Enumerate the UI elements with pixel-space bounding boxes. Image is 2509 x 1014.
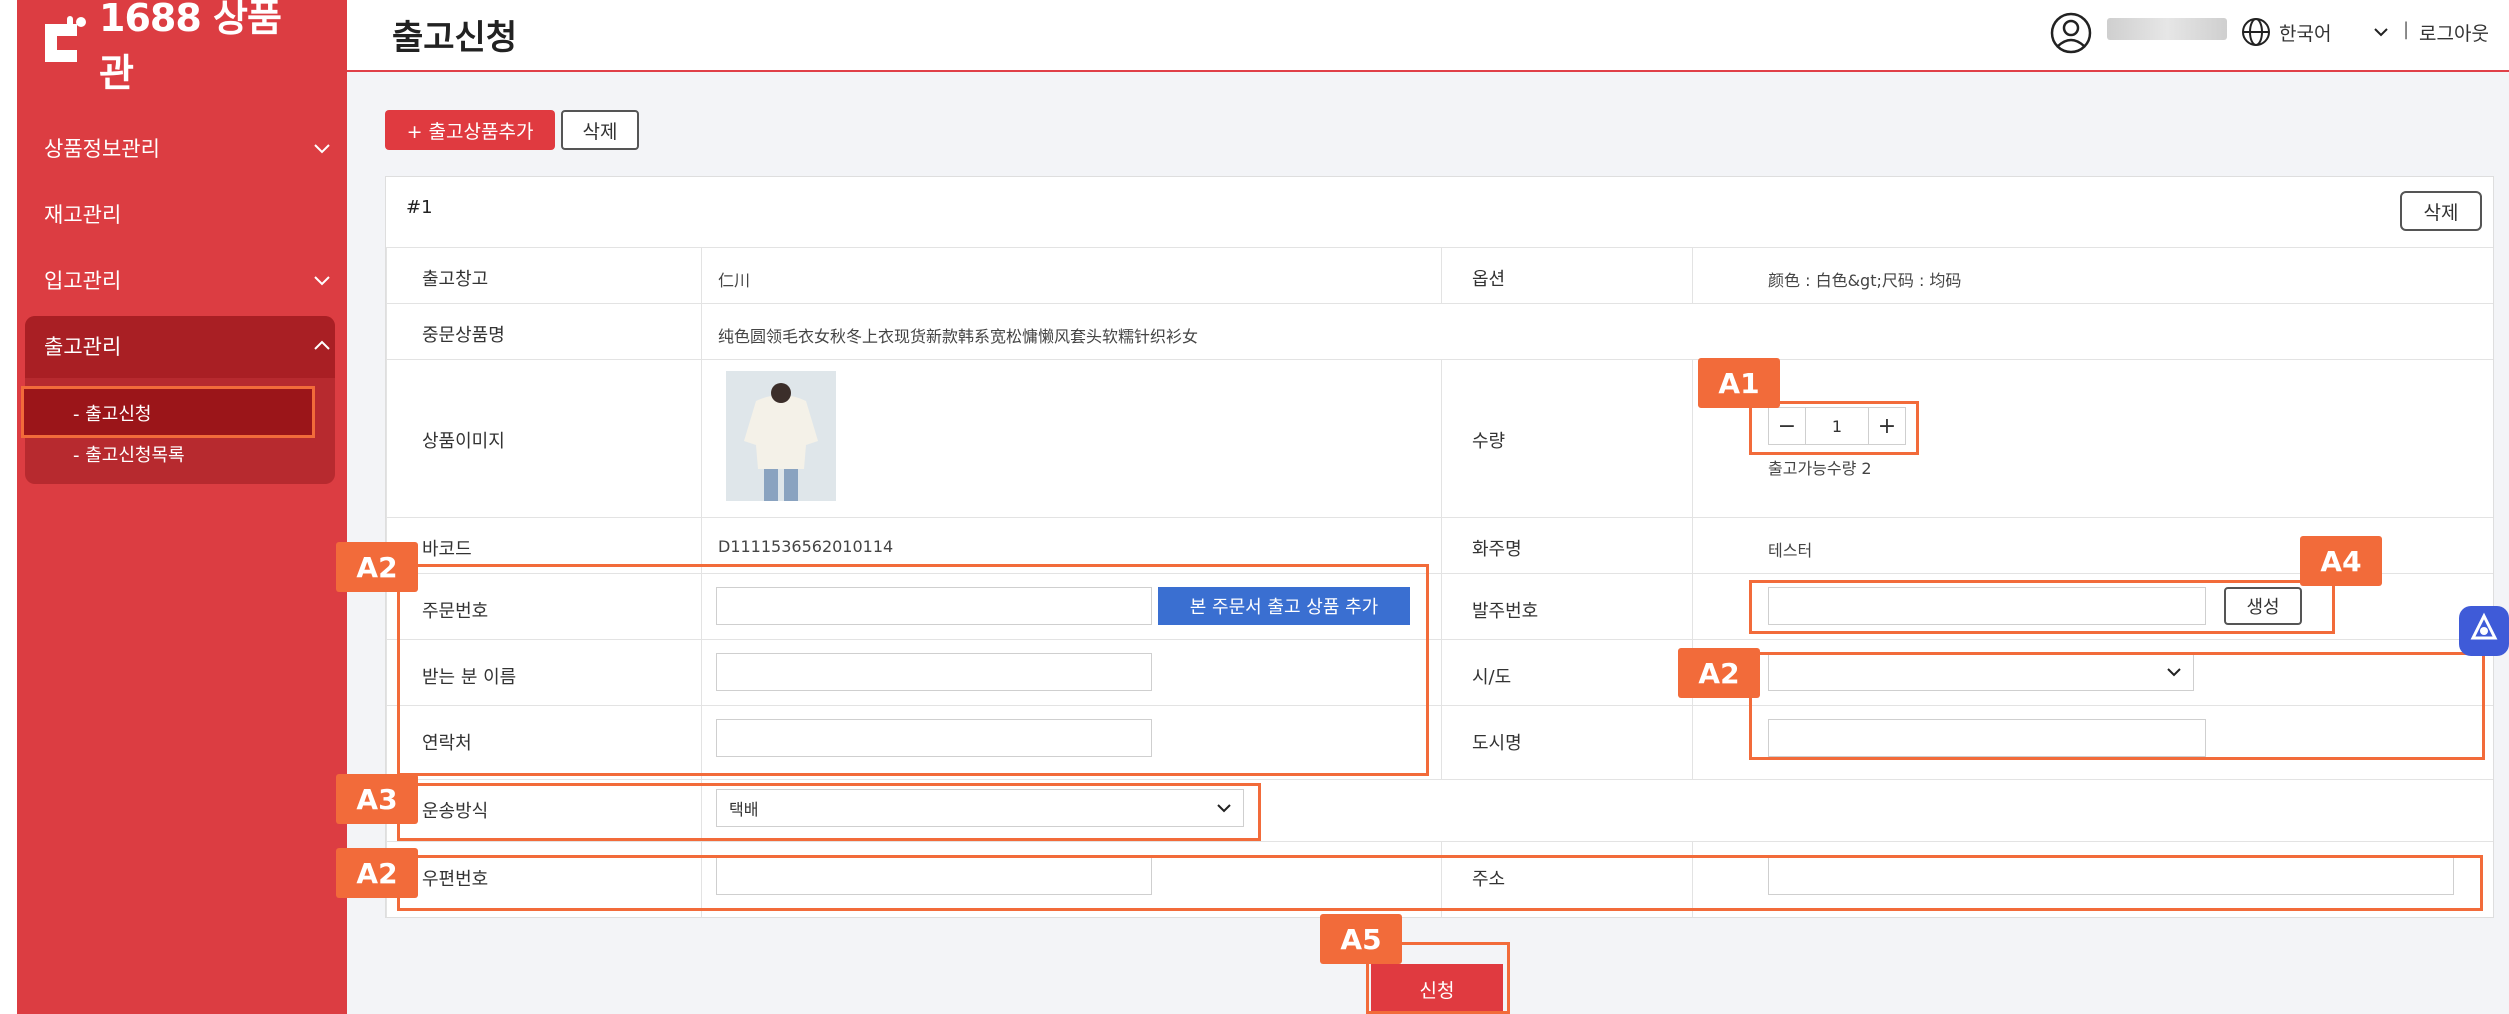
available-quantity: 출고가능수량 2	[1768, 459, 1872, 478]
annotation-box-a1	[1749, 401, 1919, 455]
chevron-down-icon	[314, 144, 330, 154]
col-divider	[1441, 247, 1442, 303]
product-name-label: 중문상품명	[422, 325, 505, 346]
delete-button[interactable]: 삭제	[561, 110, 639, 150]
top-bar: 출고신청 한국어 | 로그아웃	[347, 0, 2509, 72]
logo-mark-icon	[37, 14, 95, 70]
annotation-box-a2-right	[1749, 652, 2485, 760]
row-divider	[386, 779, 2493, 780]
user-icon[interactable]	[2049, 11, 2093, 55]
row-divider	[386, 359, 2493, 360]
product-image	[726, 371, 836, 501]
annotation-tag-a3: A3	[336, 774, 418, 824]
annotation-box-a2-bottom	[397, 855, 2483, 911]
logo[interactable]: 1688 상품관	[37, 0, 297, 95]
city-label: 도시명	[1472, 733, 1522, 754]
option-label: 옵션	[1472, 269, 1506, 290]
globe-icon[interactable]	[2240, 16, 2272, 48]
row-divider	[386, 247, 2493, 248]
annotation-box-a4	[1749, 580, 2335, 634]
user-name-redacted	[2107, 18, 2227, 40]
sidebar-item-outbound[interactable]: 출고관리	[44, 326, 334, 366]
divider: |	[2403, 19, 2410, 40]
col-divider	[1692, 247, 1693, 303]
chevron-down-icon	[314, 276, 330, 286]
chevron-down-icon[interactable]	[2369, 20, 2393, 44]
annotation-tag-a4: A4	[2300, 536, 2382, 586]
product-name-value: 纯色圆领毛衣女秋冬上衣现货新款韩系宽松慵懒风套头软糯针织衫女	[718, 327, 1199, 346]
annotation-tag-a5: A5	[1320, 914, 1402, 964]
logo-text: 1688 상품관	[99, 0, 282, 95]
card-title: #1	[406, 197, 433, 218]
annotation-tag-a1: A1	[1698, 358, 1780, 408]
sidebar-item-product-info[interactable]: 상품정보관리	[44, 128, 334, 168]
row-divider	[386, 517, 2493, 518]
sidebar: 1688 상품관 상품정보관리 재고관리 입고관리 출고관리 - 출고신청 - …	[17, 0, 347, 1014]
annotation-box-submenu	[21, 386, 315, 438]
submenu-item-outbound-list[interactable]: - 출고신청목록	[73, 441, 185, 467]
owner-label: 화주명	[1472, 539, 1522, 560]
sidebar-item-label: 상품정보관리	[44, 137, 160, 161]
language-selector[interactable]: 한국어	[2279, 19, 2331, 46]
col-divider	[1441, 359, 1442, 779]
row-divider	[386, 303, 2493, 304]
submenu-item-outbound-request[interactable]: - 출고신청	[73, 400, 151, 426]
sidebar-item-label: 재고관리	[44, 203, 122, 227]
barcode-value: D1111536562010114	[718, 537, 894, 556]
warehouse-value: 仁川	[718, 271, 751, 290]
barcode-label: 바코드	[422, 539, 472, 560]
delete-card-button[interactable]: 삭제	[2400, 191, 2482, 231]
annotation-box-a2-left	[397, 564, 1429, 776]
quantity-label: 수량	[1472, 431, 1506, 452]
sidebar-item-label: 입고관리	[44, 269, 122, 293]
province-label: 시/도	[1472, 667, 1512, 688]
chevron-up-icon	[314, 340, 330, 350]
annotation-tag-a2: A2	[1678, 648, 1760, 698]
sidebar-item-inventory[interactable]: 재고관리	[44, 194, 334, 234]
option-value: 颜色 : 白色&gt;尺码 : 均码	[1768, 271, 1962, 290]
page-title: 출고신청	[392, 18, 518, 58]
po-number-label: 발주번호	[1472, 601, 1539, 622]
row-divider	[386, 841, 2493, 842]
product-image-label: 상품이미지	[422, 431, 505, 452]
assistant-floating-icon[interactable]	[2459, 606, 2509, 656]
warehouse-label: 출고창고	[422, 269, 489, 290]
col-divider	[1692, 359, 1693, 779]
annotation-tag-a2: A2	[336, 848, 418, 898]
add-outbound-product-button[interactable]: + 출고상품추가	[385, 110, 555, 150]
sidebar-item-label: 출고관리	[44, 335, 122, 359]
annotation-tag-a2: A2	[336, 542, 418, 592]
owner-value: 테스터	[1768, 541, 1813, 560]
annotation-box-a3	[397, 783, 1261, 841]
logout-link[interactable]: 로그아웃	[2419, 19, 2489, 46]
sidebar-item-inbound[interactable]: 입고관리	[44, 260, 334, 300]
